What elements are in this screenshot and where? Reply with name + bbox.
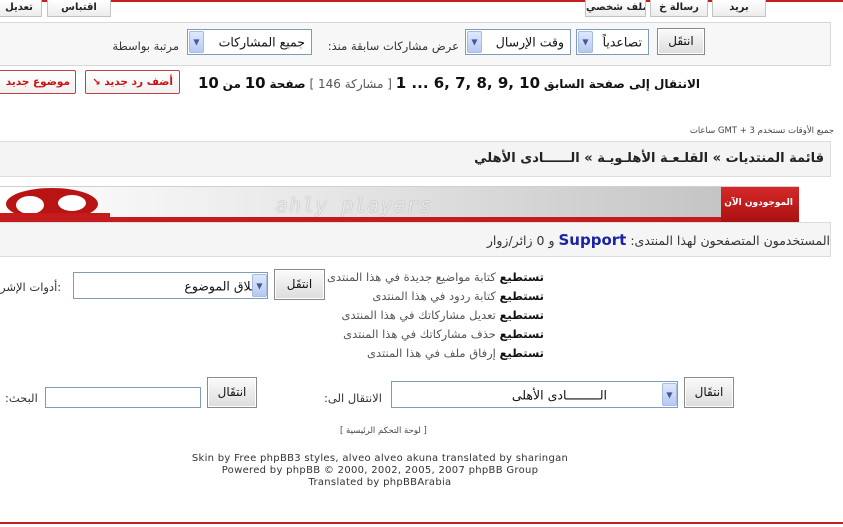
permission-line: تستطيع كتابة مواضيع جديدة في هذا المنتدى: [327, 270, 544, 284]
total-pages: 10: [197, 74, 219, 92]
ap-logo-icon: [0, 188, 110, 221]
post-toolbar: بريد رسالة خ ملف شخصي اقتباس تعديل: [0, 0, 843, 18]
online-banner: ahly players الموجودون الآن: [0, 186, 799, 223]
mod-tools-label-text: أدوات الإشر: [0, 280, 58, 294]
permission-verb: تستطيع: [499, 289, 544, 303]
breadcrumb-forum[interactable]: الــــــادى الأهلي: [474, 151, 580, 166]
credits-powered: Powered by phpBB © 2000, 2002, 2005, 200…: [221, 465, 539, 476]
jump-select-value: الـــــــــادى الأهلى: [511, 387, 607, 402]
sort-label: مرتبة بواسطة: [112, 39, 179, 53]
quote-button[interactable]: اقتباس: [47, 0, 111, 17]
pagination-prefix[interactable]: الانتقال إلى صفحة السابق: [544, 77, 700, 91]
new-topic-label: موضوع جديد: [5, 76, 70, 88]
bracket-close: ]: [309, 77, 315, 91]
breadcrumb-separator: »: [584, 151, 593, 166]
permission-verb: تستطيع: [499, 270, 544, 284]
permission-line: تستطيع كتابة ردود في هذا المنتدى: [372, 289, 544, 303]
online-users-box: المستخدمون المتصفحون لهذا المنتدى: Suppo…: [0, 222, 831, 257]
sort-direction-select[interactable]: تصاعدياً ▼: [576, 29, 649, 55]
chevron-down-icon: ▼: [252, 274, 267, 297]
jump-label: :الانتقال الى: [324, 391, 382, 405]
posts-label: مشاركة: [344, 77, 384, 91]
permission-verb: تستطيع: [499, 346, 544, 360]
credits-skin: Skin by Free phpBB3 styles, alveo alveo …: [191, 453, 569, 464]
banner-wordmark: ahly players: [276, 193, 433, 217]
permission-text: إرفاق ملف في هذا المنتدى: [367, 346, 496, 360]
breadcrumb-index[interactable]: قائمة المنتديات: [726, 151, 824, 166]
bottom-accent-line: [0, 522, 843, 524]
pm-button[interactable]: رسالة خ: [650, 0, 708, 17]
reply-label: أضف رد جديد: [104, 76, 173, 88]
banner-online-title: الموجودون الآن: [724, 198, 793, 208]
bracket-open: [: [387, 77, 392, 91]
search-label: :البحث: [5, 391, 38, 405]
search-input[interactable]: [45, 387, 201, 408]
profile-button[interactable]: ملف شخصي: [585, 0, 646, 17]
chevron-down-icon: ▼: [578, 31, 593, 53]
online-user-link[interactable]: Support: [559, 231, 627, 249]
permission-text: حذف مشاركاتك في هذا المنتدى: [343, 327, 496, 341]
breadcrumb-separator: »: [712, 151, 722, 166]
search-go-button[interactable]: انتقَال: [207, 377, 257, 408]
of-label: من: [222, 77, 241, 91]
pagination: الانتقال إلى صفحة السابق 1 ... 6, 7, 8, …: [198, 74, 700, 92]
online-users-label: المستخدمون المتصفحون لهذا المنتدى: [634, 233, 830, 248]
new-topic-button[interactable]: موضوع جديد: [0, 70, 76, 94]
display-go-button[interactable]: انتقَل: [657, 28, 705, 55]
online-users-line: المستخدمون المتصفحون لهذا المنتدى: Suppo…: [486, 231, 830, 249]
chevron-down-icon: ▼: [662, 383, 677, 406]
mod-tools-select[interactable]: إغلاق الموضوع ▼: [73, 272, 268, 299]
permission-line: تستطيع إرفاق ملف في هذا المنتدى: [367, 346, 544, 360]
show-posts-label: عرض مشاركات سابقة منذ:: [327, 39, 459, 53]
permission-line: تستطيع حذف مشاركاتك في هذا المنتدى: [343, 327, 544, 341]
breadcrumb: قائمة المنتديات » القلـعـة الأهلـويـة » …: [0, 141, 831, 177]
timezone-note: جميع الأوقات تستخدم GMT + 3 ساعات: [689, 126, 834, 136]
tools-go-button[interactable]: انتقَل: [274, 269, 325, 300]
mod-tools-label: :أدوات الإشر: [0, 280, 62, 294]
permission-line: تستطيع تعديل مشاركاتك في هذا المنتدى: [342, 308, 545, 322]
permission-verb: تستطيع: [499, 308, 544, 322]
current-page: 10: [244, 74, 266, 92]
permission-text: تعديل مشاركاتك في هذا المنتدى: [341, 308, 496, 322]
control-panel-link[interactable]: [ لوحة التحكم الرئيسية ]: [340, 426, 427, 436]
jump-go-button[interactable]: انتقَال: [684, 377, 734, 408]
edit-button[interactable]: تعديل: [0, 0, 42, 17]
sort-by-value: وقت الإرسال: [495, 34, 564, 50]
breadcrumb-category[interactable]: القلـعـة الأهلـويـة: [597, 151, 708, 166]
reply-button[interactable]: أضف رد جديد ↘: [85, 70, 180, 94]
reply-arrow-icon: ↘: [92, 77, 101, 88]
display-options-panel: انتقَل تصاعدياً ▼ وقت الإرسال ▼ عرض مشار…: [0, 22, 831, 66]
sort-direction-value: تصاعدياً: [602, 34, 642, 50]
page-label: صفحة: [269, 77, 306, 91]
permission-text: كتابة ردود في هذا المنتدى: [372, 289, 496, 303]
posts-count: 146: [317, 77, 341, 91]
chevron-down-icon: ▼: [467, 31, 482, 53]
jump-select[interactable]: الـــــــــادى الأهلى ▼: [391, 381, 678, 408]
show-posts-select[interactable]: جميع المشاركات ▼: [187, 29, 312, 55]
pagination-pages[interactable]: 1 ... 6, 7, 8, 9, 10: [396, 74, 540, 92]
sort-by-select[interactable]: وقت الإرسال ▼: [465, 29, 571, 55]
breadcrumb-trail: قائمة المنتديات » القلـعـة الأهلـويـة » …: [474, 151, 824, 166]
permission-verb: تستطيع: [499, 327, 544, 341]
permission-text: كتابة مواضيع جديدة في هذا المنتدى: [327, 270, 496, 284]
mail-button[interactable]: بريد: [712, 0, 766, 17]
online-guests: و 0 زائر/زوار: [486, 233, 555, 248]
chevron-down-icon: ▼: [189, 31, 204, 53]
show-posts-value: جميع المشاركات: [218, 34, 305, 50]
mod-tools-value: إغلاق الموضوع: [184, 278, 261, 293]
credits-translated: Translated by phpBBArabia: [308, 477, 452, 488]
